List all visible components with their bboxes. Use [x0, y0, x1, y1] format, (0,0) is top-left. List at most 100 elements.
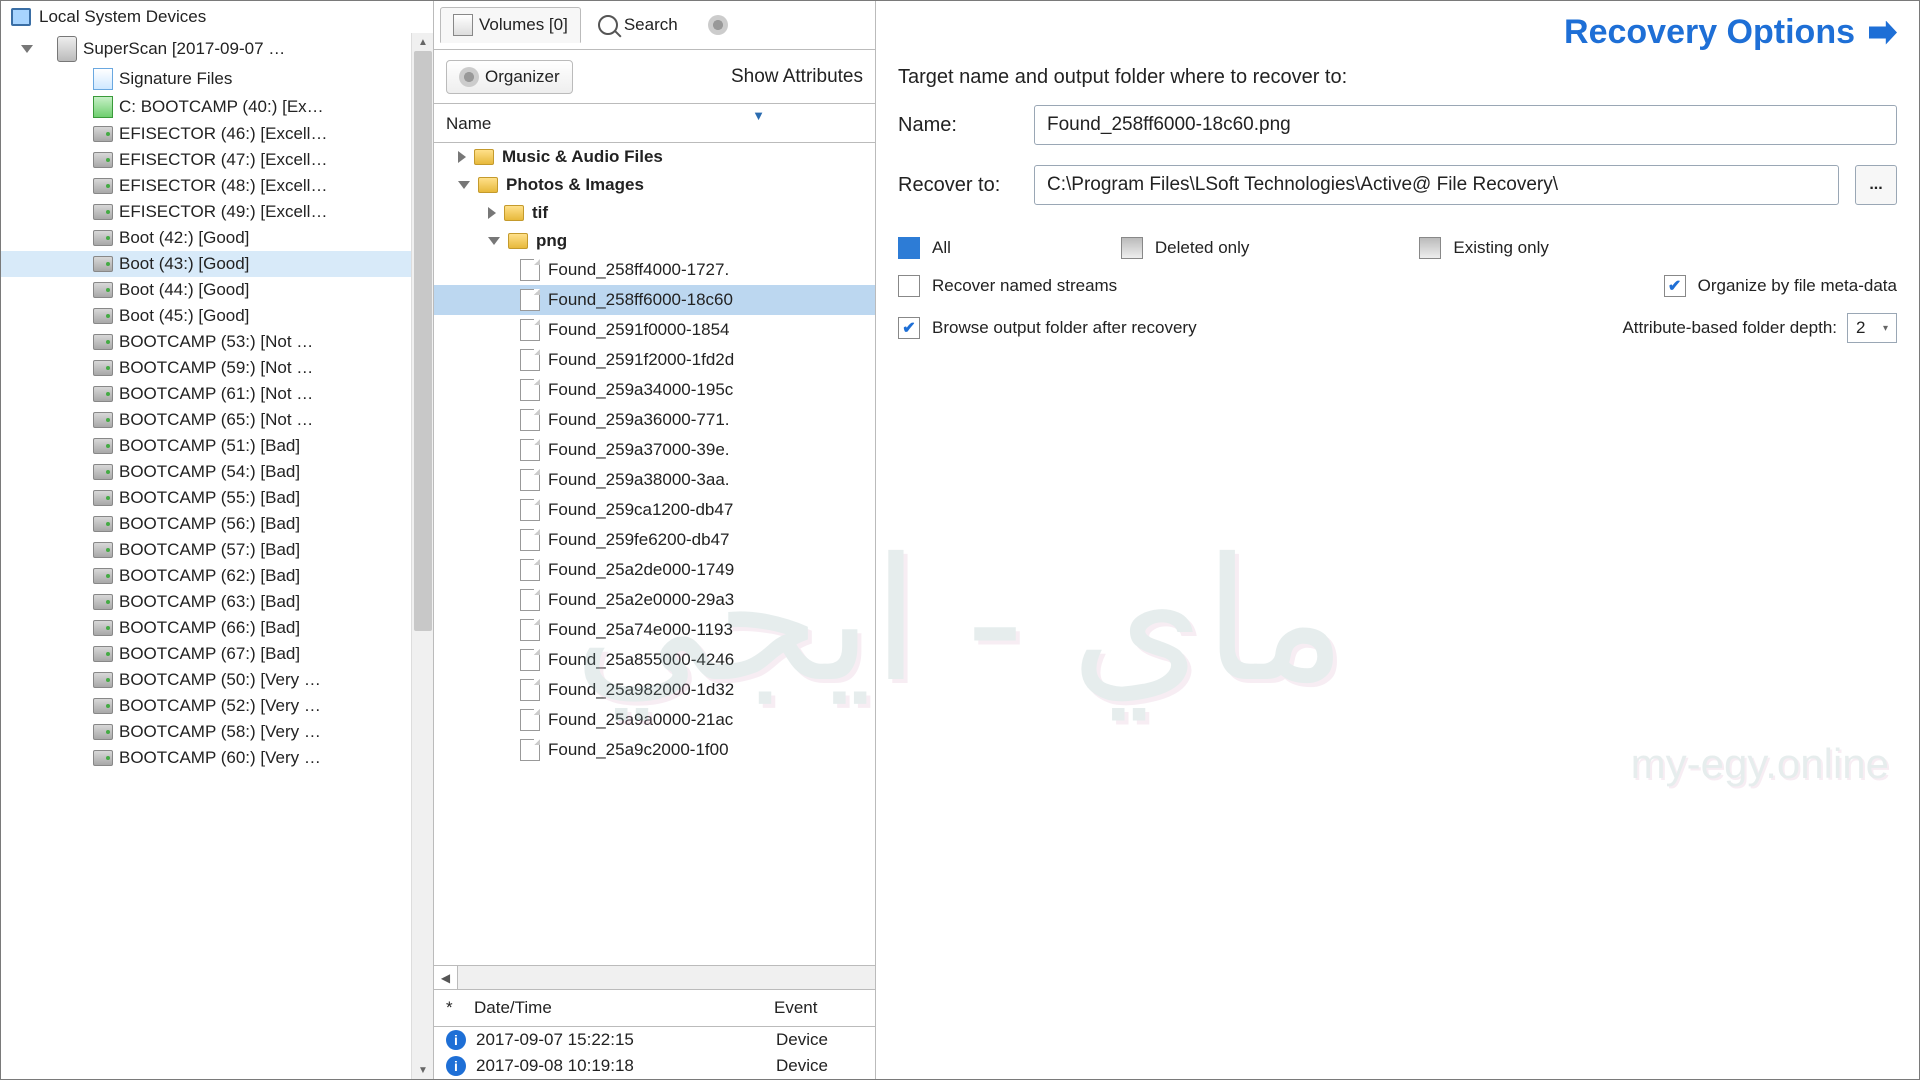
event-row[interactable]: i2017-09-07 15:22:15Device — [434, 1027, 875, 1053]
tree-item[interactable]: BOOTCAMP (66:) [Bad] — [1, 615, 433, 641]
tree-item[interactable]: Boot (43:) [Good] — [1, 251, 433, 277]
tree-item-label: BOOTCAMP (53:) [Not … — [119, 332, 313, 352]
monitor-icon — [11, 8, 31, 26]
volumes-icon — [453, 14, 473, 36]
file-item[interactable]: Found_258ff6000-18c60 — [434, 285, 875, 315]
file-item[interactable]: Found_25a9c2000-1f00 — [434, 735, 875, 765]
file-item[interactable]: Found_25a855000-4246 — [434, 645, 875, 675]
file-item[interactable]: Found_2591f2000-1fd2d — [434, 345, 875, 375]
file-icon — [520, 589, 540, 611]
file-item[interactable]: Found_259a36000-771. — [434, 405, 875, 435]
recover-to-input[interactable] — [1034, 165, 1839, 205]
tree-item[interactable]: BOOTCAMP (59:) [Not … — [1, 355, 433, 381]
organizer-button[interactable]: Organizer — [446, 60, 573, 94]
filter-existing[interactable]: Existing only — [1419, 237, 1548, 259]
folder-tif[interactable]: tif — [434, 199, 875, 227]
scroll-left-icon[interactable]: ◀ — [434, 966, 458, 990]
file-item[interactable]: Found_2591f0000-1854 — [434, 315, 875, 345]
file-icon — [520, 289, 540, 311]
tree-item[interactable]: EFISECTOR (48:) [Excell… — [1, 173, 433, 199]
tree-item[interactable]: BOOTCAMP (51:) [Bad] — [1, 433, 433, 459]
tree-item[interactable]: Boot (44:) [Good] — [1, 277, 433, 303]
horizontal-scrollbar[interactable]: ◀ — [434, 965, 875, 989]
file-item-label: Found_259a37000-39e. — [548, 440, 730, 460]
events-head-star[interactable]: * — [446, 998, 474, 1018]
tree-item[interactable]: EFISECTOR (49:) [Excell… — [1, 199, 433, 225]
file-item[interactable]: Found_25a982000-1d32 — [434, 675, 875, 705]
chk-named-streams[interactable]: Recover named streams — [898, 275, 1117, 297]
drive-icon — [93, 698, 113, 714]
tree-item[interactable]: BOOTCAMP (61:) [Not … — [1, 381, 433, 407]
tree-item[interactable]: BOOTCAMP (63:) [Bad] — [1, 589, 433, 615]
chk-organize[interactable]: Organize by file meta-data — [1664, 275, 1897, 297]
events-head-datetime[interactable]: Date/Time — [474, 998, 774, 1018]
depth-spinner[interactable]: 2 ▾ — [1847, 313, 1897, 343]
scroll-up-icon[interactable]: ▲ — [412, 33, 433, 51]
event-text: Device — [776, 1030, 828, 1050]
next-arrow-icon[interactable] — [1869, 21, 1897, 45]
file-item[interactable]: Found_25a2de000-1749 — [434, 555, 875, 585]
tree-item[interactable]: BOOTCAMP (67:) [Bad] — [1, 641, 433, 667]
name-input[interactable] — [1034, 105, 1897, 145]
tree-item[interactable]: BOOTCAMP (54:) [Bad] — [1, 459, 433, 485]
tree-item-label: C: BOOTCAMP (40:) [Ex… — [119, 97, 324, 117]
tree-item[interactable]: C: BOOTCAMP (40:) [Ex… — [1, 93, 433, 121]
folder-icon — [478, 177, 498, 193]
file-item[interactable]: Found_25a9a0000-21ac — [434, 705, 875, 735]
tree-item[interactable]: Boot (42:) [Good] — [1, 225, 433, 251]
tree-root[interactable]: SuperScan [2017-09-07 … — [1, 33, 433, 65]
file-item[interactable]: Found_259a34000-195c — [434, 375, 875, 405]
tree-item[interactable]: Boot (45:) [Good] — [1, 303, 433, 329]
file-item[interactable]: Found_259a37000-39e. — [434, 435, 875, 465]
tree-item[interactable]: BOOTCAMP (57:) [Bad] — [1, 537, 433, 563]
tab-search-label: Search — [624, 15, 678, 35]
tree-item[interactable]: BOOTCAMP (58:) [Very … — [1, 719, 433, 745]
tree-item[interactable]: EFISECTOR (47:) [Excell… — [1, 147, 433, 173]
file-item[interactable]: Found_25a2e0000-29a3 — [434, 585, 875, 615]
tree-item-label: EFISECTOR (47:) [Excell… — [119, 150, 327, 170]
tree-item-label: Boot (43:) [Good] — [119, 254, 249, 274]
file-item[interactable]: Found_259ca1200-db47 — [434, 495, 875, 525]
file-item[interactable]: Found_259a38000-3aa. — [434, 465, 875, 495]
events-head-event[interactable]: Event — [774, 998, 817, 1018]
folder-photos[interactable]: Photos & Images — [434, 171, 875, 199]
tab-extra[interactable] — [695, 8, 741, 42]
sidebar-scrollbar[interactable]: ▲ ▼ — [411, 33, 433, 1079]
filter-existing-label: Existing only — [1453, 238, 1548, 258]
scroll-thumb[interactable] — [414, 51, 432, 631]
browse-button[interactable]: ... — [1855, 165, 1897, 205]
tree-item[interactable]: BOOTCAMP (60:) [Very … — [1, 745, 433, 771]
tree-item[interactable]: BOOTCAMP (56:) [Bad] — [1, 511, 433, 537]
list-header[interactable]: Name ▼ — [434, 104, 875, 143]
filter-deleted[interactable]: Deleted only — [1121, 237, 1250, 259]
tree-item[interactable]: BOOTCAMP (65:) [Not … — [1, 407, 433, 433]
file-item[interactable]: Found_259fe6200-db47 — [434, 525, 875, 555]
scroll-down-icon[interactable]: ▼ — [412, 1061, 433, 1079]
tree-item-label: BOOTCAMP (51:) [Bad] — [119, 436, 300, 456]
file-item-label: Found_2591f0000-1854 — [548, 320, 730, 340]
chk-browse-output[interactable]: Browse output folder after recovery — [898, 313, 1197, 343]
event-row[interactable]: i2017-09-08 10:19:18Device — [434, 1053, 875, 1079]
folder-png[interactable]: png — [434, 227, 875, 255]
tree-item-label: EFISECTOR (48:) [Excell… — [119, 176, 327, 196]
tree-item[interactable]: Signature Files — [1, 65, 433, 93]
tree-item[interactable]: BOOTCAMP (55:) [Bad] — [1, 485, 433, 511]
tree-item[interactable]: BOOTCAMP (53:) [Not … — [1, 329, 433, 355]
tree-item-label: BOOTCAMP (66:) [Bad] — [119, 618, 300, 638]
folder-music[interactable]: Music & Audio Files — [434, 143, 875, 171]
tree-item[interactable]: BOOTCAMP (62:) [Bad] — [1, 563, 433, 589]
tab-volumes[interactable]: Volumes [0] — [440, 7, 581, 43]
tree-item[interactable]: BOOTCAMP (50:) [Very … — [1, 667, 433, 693]
hscroll-track[interactable] — [458, 966, 875, 990]
file-item[interactable]: Found_25a74e000-1193 — [434, 615, 875, 645]
show-attributes-link[interactable]: Show Attributes — [731, 66, 863, 88]
filter-all[interactable]: All — [898, 237, 951, 259]
drive-icon — [93, 672, 113, 688]
tree-item[interactable]: EFISECTOR (46:) [Excell… — [1, 121, 433, 147]
organizer-label: Organizer — [485, 67, 560, 87]
tree-item[interactable]: BOOTCAMP (52:) [Very … — [1, 693, 433, 719]
tab-search[interactable]: Search — [585, 8, 691, 42]
file-item-label: Found_25a74e000-1193 — [548, 620, 733, 640]
checkbox-checked-icon — [1664, 275, 1686, 297]
file-item[interactable]: Found_258ff4000-1727. — [434, 255, 875, 285]
